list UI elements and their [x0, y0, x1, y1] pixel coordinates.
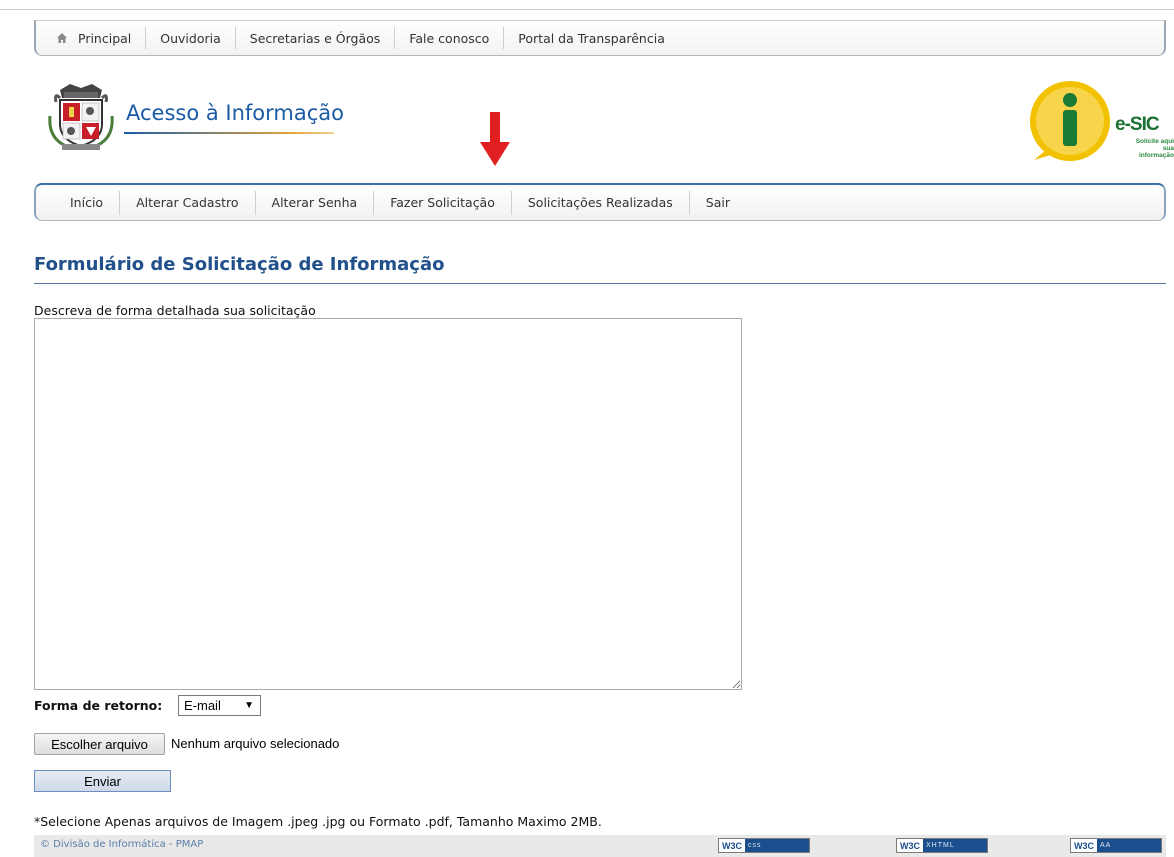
- w3c-badge-mark: W3C: [900, 840, 920, 851]
- upload-note: *Selecione Apenas arquivos de Imagem .jp…: [34, 814, 602, 829]
- main-nav-item-inicio[interactable]: Início: [54, 190, 121, 215]
- site-title[interactable]: Acesso à Informação: [126, 101, 344, 125]
- top-nav-item-principal[interactable]: Principal: [54, 27, 147, 49]
- main-nav-label: Alterar Senha: [271, 195, 358, 210]
- title-underline: [124, 132, 334, 134]
- file-status-text: Nenhum arquivo selecionado: [171, 736, 340, 751]
- top-nav-item-ouvidoria[interactable]: Ouvidoria: [146, 27, 236, 49]
- main-nav-label: Início: [70, 195, 104, 210]
- city-seal-logo: [48, 84, 114, 150]
- red-arrow-down-icon: [480, 112, 510, 166]
- description-textarea[interactable]: [34, 318, 742, 690]
- main-nav: Início Alterar Cadastro Alterar Senha Fa…: [34, 183, 1166, 221]
- page: Principal Ouvidoria Secretarias e Órgãos…: [0, 0, 1174, 857]
- w3c-badge-kind: AA: [1097, 839, 1161, 852]
- top-nav-label: Principal: [78, 30, 132, 46]
- w3c-badge-kind: css: [745, 839, 809, 852]
- footer: © Divisão de Informática - PMAP W3C css …: [34, 835, 1166, 857]
- w3c-badge-mark: W3C: [722, 840, 742, 851]
- home-icon: [57, 33, 67, 43]
- w3c-badge-mark: W3C: [1074, 840, 1094, 851]
- main-nav-item-sair[interactable]: Sair: [690, 191, 746, 215]
- top-nav-label: Portal da Transparência: [518, 30, 665, 46]
- page-title: Formulário de Solicitação de Informação: [34, 254, 445, 275]
- description-label: Descreva de forma detalhada sua solicita…: [34, 303, 316, 318]
- return-method-select[interactable]: E-mail ▼: [178, 695, 261, 716]
- main-nav-label: Alterar Cadastro: [136, 195, 239, 210]
- esic-tagline: Solicite aqui sua informação: [1126, 138, 1174, 159]
- top-nav-item-fale-conosco[interactable]: Fale conosco: [395, 27, 505, 49]
- main-nav-label: Fazer Solicitação: [390, 195, 495, 210]
- choose-file-button[interactable]: Escolher arquivo: [34, 733, 165, 755]
- dropdown-arrow-icon: ▼: [244, 700, 254, 711]
- top-nav-label: Ouvidoria: [160, 30, 221, 46]
- w3c-aa-badge[interactable]: W3C AA: [1070, 838, 1162, 853]
- top-nav-label: Secretarias e Órgãos: [249, 30, 381, 46]
- footer-credit[interactable]: © Divisão de Informática - PMAP: [40, 839, 203, 850]
- esic-tagline-line: Solicite aqui: [1135, 138, 1174, 145]
- top-nav: Principal Ouvidoria Secretarias e Órgãos…: [34, 20, 1166, 56]
- top-nav-label: Fale conosco: [409, 30, 490, 46]
- return-method-value: E-mail: [184, 698, 221, 713]
- title-divider: [34, 283, 1166, 284]
- main-nav-item-alterar-senha[interactable]: Alterar Senha: [256, 190, 375, 215]
- w3c-badge-kind: XHTML: [923, 839, 987, 852]
- esic-tagline-line: sua informação: [1138, 145, 1174, 159]
- return-method-label: Forma de retorno:: [34, 698, 163, 713]
- top-divider: [0, 9, 1174, 10]
- main-nav-label: Solicitações Realizadas: [527, 195, 673, 210]
- main-nav-item-solicitacoes-realizadas[interactable]: Solicitações Realizadas: [512, 190, 690, 215]
- w3c-css-badge[interactable]: W3C css: [718, 838, 810, 853]
- top-nav-item-secretarias[interactable]: Secretarias e Órgãos: [236, 27, 396, 49]
- w3c-xhtml-badge[interactable]: W3C XHTML: [896, 838, 988, 853]
- main-nav-item-alterar-cadastro[interactable]: Alterar Cadastro: [120, 190, 256, 215]
- main-nav-item-fazer-solicitacao[interactable]: Fazer Solicitação: [374, 190, 512, 215]
- main-nav-label: Sair: [705, 195, 730, 210]
- top-nav-item-portal-transparencia[interactable]: Portal da Transparência: [504, 27, 679, 49]
- submit-button[interactable]: Enviar: [34, 770, 171, 792]
- esic-brand: e-SIC: [1115, 114, 1160, 135]
